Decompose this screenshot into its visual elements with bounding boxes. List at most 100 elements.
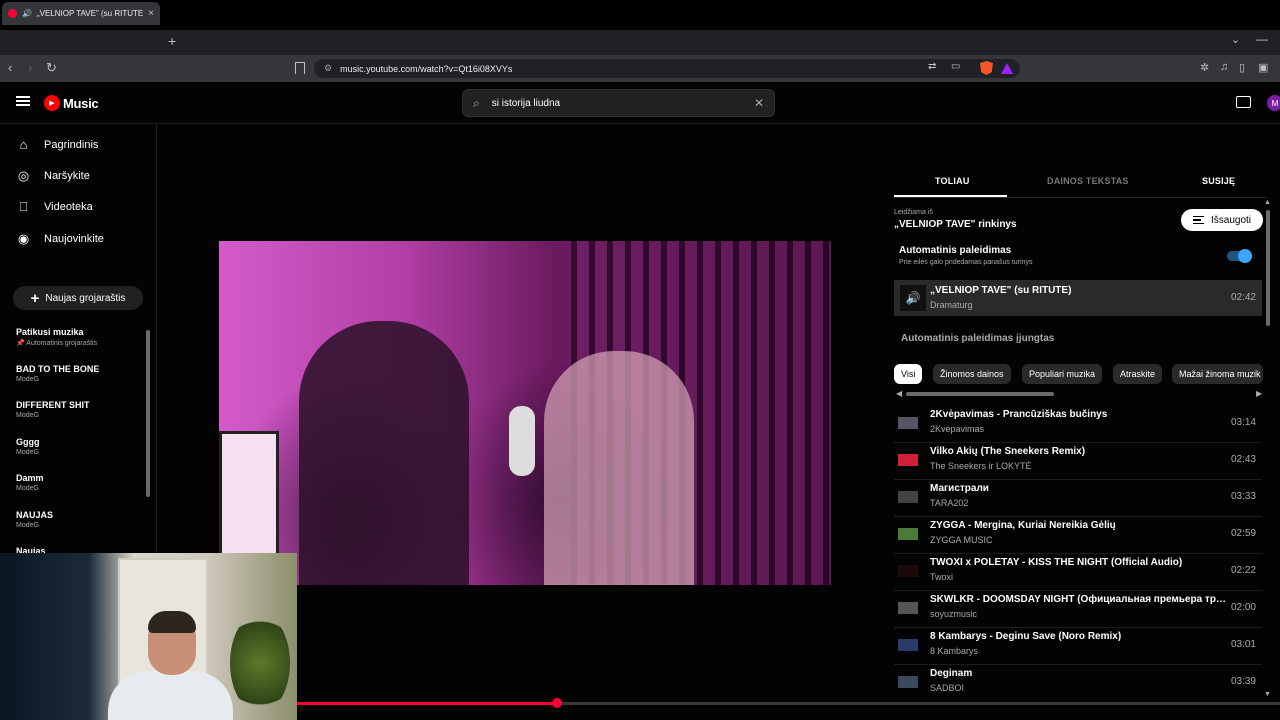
queue-item[interactable]: ZYGGA - Mergina, Kuriai Nereikia Gėlių Z… <box>894 517 1262 554</box>
chip-popular[interactable]: Populiari muzika <box>1022 364 1103 384</box>
sidebar-scrollbar[interactable] <box>146 330 150 497</box>
playlist-title: DIFFERENT SHIT <box>16 400 90 410</box>
forward-icon[interactable]: › <box>28 60 32 75</box>
compass-icon: ◎ <box>17 167 30 183</box>
window-top-strip <box>0 0 1280 30</box>
playback-progress-bar[interactable] <box>297 698 1280 708</box>
queue-artist: TARA202 <box>930 498 969 508</box>
queue-item[interactable]: Deginam SADBOI 03:39 <box>894 665 1262 702</box>
sidebar-item-home[interactable]: ⌂ Pagrindinis <box>16 137 99 152</box>
playlist-item[interactable]: Patikusi muzika 📌 Automatinis grojarašti… <box>16 327 97 347</box>
chip-scrollbar[interactable] <box>906 392 1054 396</box>
chip-all[interactable]: Visi <box>894 364 923 384</box>
playlist-item[interactable]: Damm ModeG <box>16 473 44 492</box>
cast-icon[interactable] <box>1236 96 1251 108</box>
translate-icon[interactable]: ⇄ <box>928 61 936 72</box>
minimize-icon[interactable]: — <box>1256 32 1268 46</box>
avatar[interactable]: M <box>1267 95 1280 111</box>
queue-thumbnail <box>898 491 918 503</box>
sidebar-toggle-icon[interactable]: ▯ <box>1239 61 1245 74</box>
playlist-item[interactable]: DIFFERENT SHIT ModeG <box>16 400 90 419</box>
wallet-icon[interactable]: ▣ <box>1258 61 1268 74</box>
playlist-subtitle: ModeG <box>16 485 39 492</box>
chip-known-songs[interactable]: Žinomos dainos <box>933 364 1011 384</box>
queue-title: Deginam <box>930 668 973 679</box>
video-microphone <box>509 406 535 476</box>
queue-title: ZYGGA - Mergina, Kuriai Nereikia Gėlių <box>930 520 1116 531</box>
now-playing-artist: Dramaturg <box>930 300 973 310</box>
queue-duration: 03:33 <box>1230 491 1256 502</box>
queue-thumbnail <box>898 454 918 466</box>
queue-artist: ZYGGA MUSIC <box>930 535 993 545</box>
video-monitor <box>219 431 279 556</box>
playlist-subtitle: ModeG <box>16 522 39 529</box>
video-player[interactable] <box>219 241 831 585</box>
chip-scroll-left-icon[interactable]: ◀ <box>896 389 902 398</box>
playlist-add-icon <box>1192 216 1204 224</box>
tab-up-next[interactable]: TOLIAU <box>935 176 970 186</box>
tab-related[interactable]: SUSIJĘ <box>1202 176 1235 186</box>
search-icon: ⌕ <box>473 95 480 110</box>
queue-duration: 02:43 <box>1230 454 1256 465</box>
autoplay-toggle-knob[interactable] <box>1238 249 1252 263</box>
media-controls-icon[interactable]: ♫ <box>1220 61 1228 73</box>
queue-item[interactable]: 8 Kambarys - Deginu Save (Noro Remix) 8 … <box>894 628 1262 665</box>
brave-rewards-icon[interactable] <box>1001 63 1013 74</box>
save-button[interactable]: Išsaugoti <box>1181 209 1263 231</box>
play-logo-icon: ▶ <box>44 95 60 111</box>
chip-scroll-right-icon[interactable]: ▶ <box>1256 389 1262 398</box>
playing-from-label: Leidžiama iš <box>894 209 933 216</box>
tab-lyrics[interactable]: DAINOS TEKSTAS <box>1047 176 1129 186</box>
playlist-item[interactable]: Gggg ModeG <box>16 437 40 456</box>
queue-item[interactable]: SKWLKR - DOOMSDAY NIGHT (Официальная пре… <box>894 591 1262 628</box>
queue-thumbnail <box>898 528 918 540</box>
reload-icon[interactable]: ↻ <box>46 60 57 76</box>
now-playing-row[interactable]: 🔊 „VELNIOP TAVE" (su RITUTE) Dramaturg 0… <box>894 280 1262 316</box>
queue-item[interactable]: TWOXI x POLETAY - KISS THE NIGHT (Offici… <box>894 554 1262 591</box>
new-playlist-button[interactable]: + Naujas grojaraštis <box>13 286 143 310</box>
ytmusic-logo[interactable]: ▶ Music <box>44 95 99 111</box>
chip-discover[interactable]: Atraskite <box>1113 364 1163 384</box>
queue-title: TWOXI x POLETAY - KISS THE NIGHT (Offici… <box>930 557 1183 568</box>
now-playing-title: „VELNIOP TAVE" (su RITUTE) <box>930 285 1072 296</box>
queue-duration: 03:39 <box>1230 676 1256 687</box>
address-bar[interactable]: ⚙ music.youtube.com/watch?v=Qt16i08XVYs <box>314 59 1020 78</box>
queue-thumbnail <box>898 565 918 577</box>
queue-title: 8 Kambarys - Deginu Save (Noro Remix) <box>930 631 1122 642</box>
clear-search-icon[interactable]: ✕ <box>754 96 764 110</box>
playing-from-value: „VELNIOP TAVE" rinkinys <box>894 219 1017 230</box>
playlist-item[interactable]: NAUJAS ModeG <box>16 510 53 529</box>
queue-item[interactable]: 2Kvėpavimas - Prancūziškas bučinys 2Kvėp… <box>894 406 1262 443</box>
queue-duration: 03:14 <box>1230 417 1256 428</box>
queue-artist: The Sneekers ir LOKYTĖ <box>930 461 1032 471</box>
install-app-icon[interactable]: ▭ <box>951 61 960 72</box>
panel-scroll-up-icon[interactable]: ▲ <box>1264 199 1271 206</box>
progress-knob[interactable] <box>552 698 562 708</box>
search-box[interactable]: ⌕ si istorija liudna ✕ <box>462 89 775 117</box>
queue-item[interactable]: Магистрали TARA202 03:33 <box>894 480 1262 517</box>
queue-item[interactable]: Vilko Akių (The Sneekers Remix) The Snee… <box>894 443 1262 480</box>
tab-close-icon[interactable]: × <box>148 8 154 19</box>
playlist-title: NAUJAS <box>16 510 54 520</box>
youtube-music-favicon-icon <box>8 9 17 18</box>
playlist-item[interactable]: BAD TO THE BONE ModeG <box>16 364 99 383</box>
back-icon[interactable]: ‹ <box>8 60 12 75</box>
new-tab-button[interactable]: + <box>168 33 176 49</box>
browser-tab[interactable]: 🔊 „VELNIOP TAVE" (su RITUTE) × <box>2 2 160 25</box>
extensions-icon[interactable]: ✲ <box>1200 61 1209 74</box>
search-input[interactable]: si istorija liudna <box>492 98 742 109</box>
queue-artist: Twoxi <box>930 572 954 582</box>
tab-search-chevron-icon[interactable]: ⌄ <box>1231 33 1240 46</box>
playing-from: Leidžiama iš „VELNIOP TAVE" rinkinys <box>894 209 1017 230</box>
panel-scroll-down-icon[interactable]: ▼ <box>1264 691 1271 698</box>
bookmark-icon[interactable] <box>295 62 305 74</box>
new-playlist-label: Naujas grojaraštis <box>45 292 126 304</box>
sidebar-item-upgrade[interactable]: ◉ Naujovinkite <box>16 231 104 246</box>
panel-scrollbar[interactable] <box>1266 210 1270 326</box>
sidebar-item-label: Videoteka <box>44 200 93 213</box>
menu-icon[interactable] <box>16 96 30 106</box>
sidebar-item-explore[interactable]: ◎ Naršykite <box>16 168 90 183</box>
sidebar-item-library[interactable]: ⎕ Videoteka <box>16 199 93 214</box>
site-info-icon[interactable]: ⚙ <box>324 63 332 74</box>
chip-deep-cuts[interactable]: Mažai žinoma muzik <box>1172 364 1263 384</box>
